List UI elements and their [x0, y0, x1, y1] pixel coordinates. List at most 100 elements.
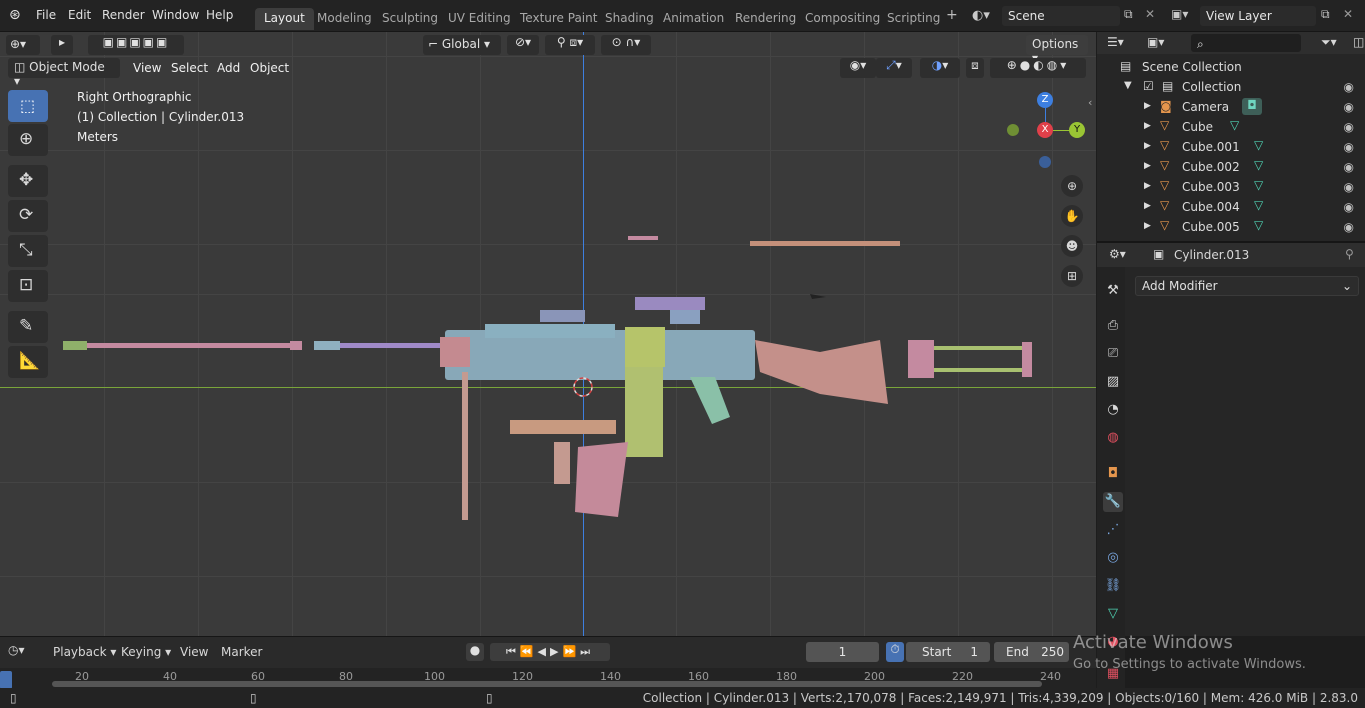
pin-icon[interactable]: ⚲	[1345, 247, 1354, 261]
tab-layout[interactable]: Layout	[255, 8, 314, 30]
record-icon[interactable]: ●	[466, 643, 484, 661]
mesh-object-icon: ▽	[1160, 198, 1170, 212]
expand-arrow-icon[interactable]: ▼	[1124, 80, 1132, 91]
tab-sculpting[interactable]: Sculpting	[373, 8, 447, 30]
menu-help[interactable]: Help	[206, 8, 233, 22]
tab-modeling[interactable]: Modeling	[308, 8, 381, 30]
tab-rendering[interactable]: Rendering	[726, 8, 805, 30]
timeline-editor-icon[interactable]: ◷▾	[8, 643, 25, 657]
mesh-data-icon[interactable]: ▽	[1254, 178, 1263, 192]
outliner-item-cube-005[interactable]: ▶ ▽ Cube.005 ▽ ◉	[1100, 217, 1362, 237]
add-workspace-button[interactable]: +	[946, 7, 958, 23]
close-view-layer-icon[interactable]: ✕	[1343, 7, 1353, 21]
output-properties-icon[interactable]: ⎚	[1103, 344, 1123, 364]
scene-name-field[interactable]: Scene	[1002, 6, 1120, 26]
outliner-item-cube-001[interactable]: ▶ ▽ Cube.001 ▽ ◉	[1100, 137, 1362, 157]
tab-scripting[interactable]: Scripting	[878, 8, 949, 30]
outliner-item-cube-004[interactable]: ▶ ▽ Cube.004 ▽ ◉	[1100, 197, 1362, 217]
eye-icon[interactable]: ◉	[1344, 120, 1354, 134]
expand-arrow-icon[interactable]: ▶	[1144, 221, 1151, 231]
timeline-scrollbar[interactable]	[52, 681, 1042, 687]
playback-controls[interactable]: ⏮⏪◀▶⏩⏭	[490, 643, 610, 661]
checkbox-icon[interactable]: ☑	[1143, 79, 1154, 93]
tab-compositing[interactable]: Compositing	[796, 8, 889, 30]
add-modifier-dropdown[interactable]: Add Modifier ⌄	[1135, 276, 1359, 296]
copy-scene-icon[interactable]: ⧉	[1124, 7, 1133, 22]
tab-texture-paint[interactable]: Texture Paint	[511, 8, 606, 30]
scene-icon[interactable]: ◐▾	[972, 8, 990, 23]
menu-render[interactable]: Render	[102, 8, 145, 22]
eye-icon[interactable]: ◉	[1344, 200, 1354, 214]
end-frame-field[interactable]: End 250	[994, 642, 1069, 662]
world-properties-icon[interactable]: ◍	[1103, 428, 1123, 448]
constraints-properties-icon[interactable]: ⛓	[1103, 576, 1123, 596]
expand-arrow-icon[interactable]: ▶	[1144, 181, 1151, 191]
expand-arrow-icon[interactable]: ▶	[1144, 141, 1151, 151]
menu-window[interactable]: Window	[152, 8, 199, 22]
mouse-middle-icon: ▯	[250, 691, 257, 705]
tab-shading[interactable]: Shading	[596, 8, 663, 30]
properties-editor-icon[interactable]: ⚙▾	[1109, 247, 1126, 261]
view-layer-icon[interactable]: ▣▾	[1171, 7, 1188, 21]
eye-icon[interactable]: ◉	[1344, 220, 1354, 234]
preview-range-icon[interactable]: ⏱	[886, 642, 904, 662]
mesh-data-icon[interactable]: ▽	[1254, 138, 1263, 152]
camera-data-icon[interactable]: ◘	[1242, 98, 1262, 115]
expand-arrow-icon[interactable]: ▶	[1144, 161, 1151, 171]
playhead[interactable]	[0, 671, 12, 689]
mesh-data-icon[interactable]: ▽	[1230, 118, 1239, 132]
outliner-item-cube-002[interactable]: ▶ ▽ Cube.002 ▽ ◉	[1100, 157, 1362, 177]
scene-properties-icon[interactable]: ◔	[1103, 400, 1123, 420]
menu-file[interactable]: File	[36, 8, 56, 22]
blender-logo-icon[interactable]: ⊛	[9, 7, 21, 23]
eye-icon[interactable]: ◉	[1344, 100, 1354, 114]
outliner-item-cube[interactable]: ▶ ▽ Cube ▽ ◉	[1100, 117, 1362, 137]
tab-uv-editing[interactable]: UV Editing	[439, 8, 520, 30]
eye-icon[interactable]: ◉	[1344, 160, 1354, 174]
object-properties-icon[interactable]: ◘	[1103, 464, 1123, 484]
timeline-menu-marker[interactable]: Marker	[221, 645, 262, 659]
expand-arrow-icon[interactable]: ▶	[1144, 121, 1151, 131]
display-mode-icon[interactable]: ▣▾	[1147, 35, 1164, 49]
outliner-scene-collection[interactable]: ▤ Scene Collection	[1100, 57, 1362, 77]
timeline-menu-playback[interactable]: Playback ▾	[53, 645, 116, 659]
tab-animation[interactable]: Animation	[654, 8, 733, 30]
physics-properties-icon[interactable]: ◎	[1103, 548, 1123, 568]
expand-arrow-icon[interactable]: ▶	[1144, 201, 1151, 211]
copy-view-layer-icon[interactable]: ⧉	[1321, 7, 1330, 22]
particles-properties-icon[interactable]: ⋰	[1103, 520, 1123, 540]
eye-icon[interactable]: ◉	[1344, 80, 1354, 94]
status-bar: ▯ ▯ ▯ Collection | Cylinder.013 | Verts:…	[0, 688, 1365, 708]
view-layer-field[interactable]: View Layer	[1200, 6, 1316, 26]
render-properties-icon[interactable]: ⎙	[1103, 316, 1123, 336]
new-collection-icon[interactable]: ◫	[1353, 35, 1364, 49]
eye-icon[interactable]: ◉	[1344, 180, 1354, 194]
collection-icon: ▤	[1162, 79, 1174, 93]
machine-gun-model[interactable]	[0, 32, 1096, 636]
scene-collection-icon: ▤	[1120, 59, 1132, 73]
eye-icon[interactable]: ◉	[1344, 140, 1354, 154]
current-frame-field[interactable]: 1	[806, 642, 879, 662]
outliner-item-camera[interactable]: ▶ ◙ Camera ◘ ◉	[1100, 97, 1362, 117]
outliner-item-cube-003[interactable]: ▶ ▽ Cube.003 ▽ ◉	[1100, 177, 1362, 197]
view-layer-properties-icon[interactable]: ▨	[1103, 372, 1123, 392]
close-scene-icon[interactable]: ✕	[1145, 7, 1155, 21]
filter-icon[interactable]: ⏷▾	[1321, 35, 1337, 50]
modifier-properties-icon[interactable]: 🔧	[1103, 492, 1123, 512]
3d-viewport[interactable]: ⊕▾ ▸ ▣▣▣▣▣ ⌐ Global ▾ ⊘▾ ⚲ ⧈▾ ⊙ ∩▾ Optio…	[0, 32, 1096, 636]
mesh-data-icon[interactable]: ▽	[1254, 218, 1263, 232]
mesh-data-properties-icon[interactable]: ▽	[1103, 604, 1123, 624]
mesh-object-icon: ▽	[1160, 218, 1170, 232]
outliner-editor-icon[interactable]: ☰▾	[1107, 35, 1124, 49]
tick-label: 140	[600, 670, 621, 683]
mesh-data-icon[interactable]: ▽	[1254, 158, 1263, 172]
tool-settings-icon[interactable]: ⚒	[1103, 281, 1123, 301]
menu-edit[interactable]: Edit	[68, 8, 91, 22]
timeline-menu-keying[interactable]: Keying ▾	[121, 645, 171, 659]
outliner-collection[interactable]: ▼ ☑ ▤ Collection ◉	[1100, 77, 1362, 97]
start-frame-field[interactable]: Start 1	[906, 642, 990, 662]
expand-arrow-icon[interactable]: ▶	[1144, 101, 1151, 111]
outliner-search-input[interactable]: ⌕	[1191, 34, 1301, 52]
timeline-menu-view[interactable]: View	[180, 645, 208, 659]
mesh-data-icon[interactable]: ▽	[1254, 198, 1263, 212]
